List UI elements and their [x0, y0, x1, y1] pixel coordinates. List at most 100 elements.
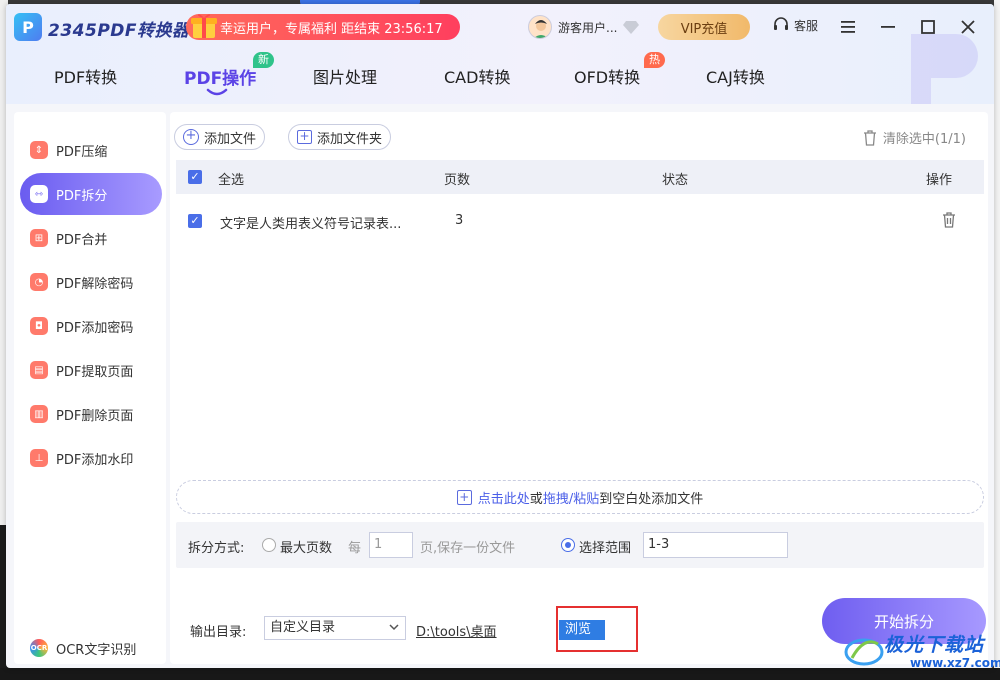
- site-watermark-name: 极光下载站: [884, 634, 985, 656]
- tab-caj-convert[interactable]: CAJ转换: [706, 64, 765, 88]
- merge-icon: ⊞: [30, 229, 48, 247]
- sidebar: ⇕ PDF压缩 ⇿ PDF拆分 ⊞ PDF合并 ◔ PDF解除密码 ◘ PDF添…: [14, 112, 166, 664]
- ocr-icon: OCR: [30, 639, 48, 657]
- header-actions: 操作: [926, 173, 953, 188]
- delete-row-icon[interactable]: [942, 212, 956, 228]
- file-pages: 3: [455, 213, 464, 228]
- split-icon: ⇿: [30, 185, 48, 203]
- sidebar-item-compress[interactable]: ⇕ PDF压缩: [20, 129, 162, 171]
- sidebar-item-add-password[interactable]: ◘ PDF添加密码: [20, 305, 162, 347]
- content-panel: + 添加文件 + 添加文件夹 清除选中(1/1) ✓ 全选 页数 状态 操作 ✓…: [170, 112, 988, 664]
- extract-icon: ▤: [30, 361, 48, 379]
- add-folder-button[interactable]: + 添加文件夹: [288, 124, 392, 150]
- app-logo-text: 2345PDF转换器: [48, 21, 190, 41]
- compress-icon: ⇕: [30, 141, 48, 159]
- tab-image-processing[interactable]: 图片处理: [313, 64, 377, 88]
- each-label: 每: [348, 541, 362, 556]
- header-status: 状态: [662, 173, 689, 188]
- service-label: 客服: [794, 18, 819, 33]
- drop-rest-text: 到空白处添加文件: [599, 491, 704, 507]
- row-checkbox[interactable]: ✓: [188, 214, 202, 228]
- sidebar-item-split[interactable]: ⇿ PDF拆分: [20, 173, 162, 215]
- add-icon: +: [456, 489, 472, 505]
- minimize-icon[interactable]: [876, 15, 900, 39]
- tab-pdf-operations-label: PDF操作: [184, 69, 257, 89]
- site-watermark-url: www.xz7.com: [910, 656, 1000, 670]
- drop-zone[interactable]: + 点击此处或拖拽/粘贴到空白处添加文件: [176, 480, 984, 514]
- avatar: [528, 15, 552, 39]
- tab-ofd-convert[interactable]: OFD转换: [574, 64, 640, 88]
- sidebar-item-label: PDF添加水印: [56, 452, 134, 468]
- app-logo-icon: P: [14, 13, 42, 41]
- tab-pdf-convert[interactable]: PDF转换: [54, 64, 117, 88]
- sidebar-item-label: PDF删除页面: [56, 408, 134, 424]
- table-row[interactable]: ✓ 文字是人类用表义符号记录表... 3: [176, 204, 984, 238]
- delete-page-icon: ▥: [30, 405, 48, 423]
- sidebar-item-label: PDF压缩: [56, 144, 108, 160]
- add-folder-label: 添加文件夹: [317, 131, 383, 147]
- pages-suffix-label: 页,保存一份文件: [420, 541, 516, 556]
- sidebar-item-label: PDF合并: [56, 232, 108, 248]
- new-badge: 新: [253, 52, 274, 68]
- user-area[interactable]: 游客用户...: [528, 14, 640, 40]
- sidebar-item-label: PDF拆分: [56, 188, 108, 204]
- sidebar-item-label: PDF提取页面: [56, 364, 134, 380]
- user-name: 游客用户...: [558, 20, 618, 35]
- file-table-header: ✓ 全选 页数 状态 操作: [176, 160, 984, 194]
- output-dir-value: 自定义目录: [270, 620, 336, 635]
- headset-icon: [774, 17, 788, 30]
- main-tabs: PDF转换 PDF操作 新 图片处理 CAD转换 OFD转换 热 CAJ转换: [6, 52, 994, 96]
- sidebar-item-delete-pages[interactable]: ▥ PDF删除页面: [20, 393, 162, 435]
- background-right-strip: [994, 0, 1000, 680]
- sidebar-item-merge[interactable]: ⊞ PDF合并: [20, 217, 162, 259]
- highlight-box: [556, 606, 638, 652]
- split-options: 拆分方式: 最大页数 每 1 页,保存一份文件 选择范围 1-3: [176, 522, 984, 568]
- header-pages: 页数: [444, 173, 471, 188]
- trash-icon: [863, 129, 876, 146]
- output-dir-select[interactable]: 自定义目录: [264, 616, 406, 640]
- plus-circle-icon: +: [183, 129, 199, 145]
- promo-banner[interactable]: 幸运用户，专属福利 距结束 23:56:17: [186, 14, 460, 40]
- sidebar-item-unlock[interactable]: ◔ PDF解除密码: [20, 261, 162, 303]
- sidebar-item-label: OCR文字识别: [56, 642, 137, 658]
- range-input[interactable]: 1-3: [643, 532, 788, 558]
- sidebar-item-label: PDF解除密码: [56, 276, 134, 292]
- lock-icon: ◘: [30, 317, 48, 335]
- select-all-checkbox[interactable]: ✓: [188, 170, 202, 184]
- select-range-label: 选择范围: [579, 541, 632, 556]
- diamond-icon: [623, 21, 640, 34]
- chevron-down-icon: [389, 624, 399, 631]
- vip-recharge-button[interactable]: VIP充值: [658, 14, 750, 40]
- gift-icon: [191, 14, 217, 38]
- split-mode-label: 拆分方式:: [188, 541, 245, 556]
- tab-pdf-operations[interactable]: PDF操作: [184, 64, 257, 96]
- promo-text: 幸运用户，专属福利 距结束 23:56:17: [220, 21, 443, 37]
- max-pages-radio[interactable]: [262, 538, 276, 552]
- sidebar-item-ocr[interactable]: OCR OCR文字识别: [20, 627, 162, 668]
- drop-or-text: 或: [529, 491, 543, 507]
- drag-paste-link: 拖拽/粘贴: [542, 491, 600, 507]
- app-window: P 2345PDF转换器 幸运用户，专属福利 距结束 23:56:17 游客用户…: [6, 4, 994, 668]
- hot-badge: 热: [644, 52, 665, 68]
- clear-selected-button[interactable]: 清除选中(1/1): [863, 128, 966, 147]
- plus-square-icon: +: [297, 130, 312, 144]
- add-file-button[interactable]: + 添加文件: [174, 124, 266, 150]
- tab-cad-convert[interactable]: CAD转换: [444, 64, 510, 88]
- file-name: 文字是人类用表义符号记录表...: [220, 217, 402, 232]
- watermark-icon: ⊥: [30, 449, 48, 467]
- sidebar-item-watermark[interactable]: ⊥ PDF添加水印: [20, 437, 162, 479]
- active-tab-indicator: [206, 88, 228, 96]
- select-range-radio[interactable]: [561, 538, 575, 552]
- max-pages-label: 最大页数: [280, 541, 333, 556]
- output-dir-label: 输出目录:: [190, 625, 247, 640]
- menu-icon[interactable]: [836, 15, 860, 39]
- clear-selected-label: 清除选中(1/1): [882, 132, 966, 147]
- click-here-link[interactable]: 点击此处: [478, 492, 530, 507]
- customer-service-button[interactable]: 客服: [772, 16, 818, 34]
- output-path-link[interactable]: D:\tools\桌面: [416, 621, 497, 640]
- unlock-icon: ◔: [30, 273, 48, 291]
- title-bar: P 2345PDF转换器 幸运用户，专属福利 距结束 23:56:17 游客用户…: [6, 4, 994, 104]
- sidebar-item-extract-pages[interactable]: ▤ PDF提取页面: [20, 349, 162, 391]
- header-select-all: 全选: [218, 173, 245, 188]
- pages-per-file-input[interactable]: 1: [369, 532, 413, 558]
